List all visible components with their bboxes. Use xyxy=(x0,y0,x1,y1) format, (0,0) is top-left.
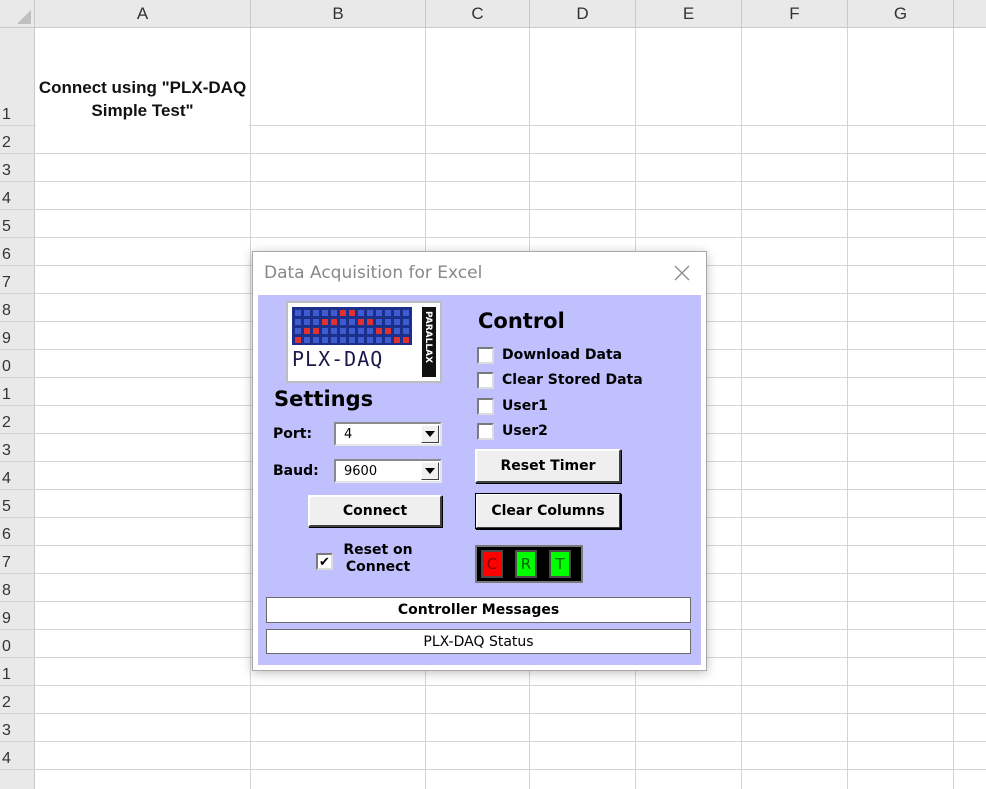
grid-line xyxy=(35,237,986,238)
row-header[interactable]: 4 xyxy=(0,462,35,490)
settings-heading: Settings xyxy=(274,387,374,411)
row-header[interactable]: 0 xyxy=(0,350,35,378)
column-header-c[interactable]: C xyxy=(426,0,530,28)
grid-line xyxy=(35,181,986,182)
row-header[interactable]: 3 xyxy=(0,154,35,182)
row-header[interactable]: 0 xyxy=(0,630,35,658)
user2-checkbox[interactable] xyxy=(477,423,494,440)
data-acquisition-dialog: Data Acquisition for Excel PLX-DAQ PARAL… xyxy=(252,251,707,671)
row-header[interactable]: 7 xyxy=(0,266,35,294)
row-header[interactable] xyxy=(0,770,35,789)
select-all-triangle-icon xyxy=(17,10,31,24)
cell-a1[interactable]: Connect using "PLX-DAQ Simple Test" xyxy=(36,29,249,126)
clear-stored-data-label: Clear Stored Data xyxy=(502,372,643,388)
controller-messages-box: Controller Messages xyxy=(266,597,691,623)
column-header-a[interactable]: A xyxy=(35,0,251,28)
logo-text: PLX-DAQ xyxy=(292,347,384,371)
grid-line xyxy=(35,685,986,686)
row-header[interactable]: 6 xyxy=(0,518,35,546)
row-header[interactable]: 1 xyxy=(0,28,35,126)
grid-line xyxy=(953,28,954,789)
reset-timer-button[interactable]: Reset Timer xyxy=(475,449,621,483)
column-header-e[interactable]: E xyxy=(636,0,742,28)
clear-columns-button[interactable]: Clear Columns xyxy=(475,493,621,529)
row-header[interactable]: 9 xyxy=(0,602,35,630)
baud-select[interactable]: 9600 xyxy=(334,459,442,483)
column-header-b[interactable]: B xyxy=(251,0,426,28)
indicator-r-label: R xyxy=(520,555,532,573)
close-icon[interactable] xyxy=(670,261,694,285)
parallax-side-logo: PARALLAX xyxy=(422,307,436,377)
row-header[interactable]: 9 xyxy=(0,322,35,350)
chevron-down-icon xyxy=(425,468,435,474)
status-indicators: C R T xyxy=(475,545,583,583)
column-header-d[interactable]: D xyxy=(530,0,636,28)
indicator-t: T xyxy=(549,550,571,578)
waveform-graphic-icon xyxy=(292,307,412,345)
port-select[interactable]: 4 xyxy=(334,422,442,446)
grid-line xyxy=(35,769,986,770)
download-data-label: Download Data xyxy=(502,347,623,363)
row-header[interactable]: 1 xyxy=(0,658,35,686)
row-header[interactable]: 2 xyxy=(0,406,35,434)
row-header[interactable]: 3 xyxy=(0,434,35,462)
indicator-c-label: C xyxy=(486,555,498,573)
row-header[interactable]: 2 xyxy=(0,126,35,154)
row-header[interactable]: 5 xyxy=(0,210,35,238)
row-header[interactable]: 6 xyxy=(0,238,35,266)
user1-label: User1 xyxy=(502,398,548,414)
row-header[interactable]: 4 xyxy=(0,182,35,210)
indicator-r: R xyxy=(515,550,537,578)
baud-value: 9600 xyxy=(344,464,378,479)
grid-line xyxy=(741,28,742,789)
port-value: 4 xyxy=(344,427,353,442)
cell-a1-text: Connect using "PLX-DAQ Simple Test" xyxy=(38,78,247,120)
clear-stored-data-checkbox[interactable] xyxy=(477,372,494,389)
baud-dropdown-button[interactable] xyxy=(421,462,439,480)
select-all-corner[interactable] xyxy=(0,0,35,28)
port-dropdown-button[interactable] xyxy=(421,425,439,443)
indicator-c: C xyxy=(481,550,503,578)
column-header-partial[interactable] xyxy=(954,0,986,28)
download-data-checkbox[interactable] xyxy=(477,347,494,364)
row-header[interactable]: 8 xyxy=(0,294,35,322)
grid-line xyxy=(250,28,251,789)
status-box: PLX-DAQ Status xyxy=(266,629,691,654)
row-header[interactable]: 7 xyxy=(0,546,35,574)
grid-line xyxy=(847,28,848,789)
user1-checkbox[interactable] xyxy=(477,398,494,415)
row-header[interactable]: 4 xyxy=(0,742,35,770)
reset-on-connect-label: Reset on Connect xyxy=(343,542,413,575)
port-label: Port: xyxy=(273,426,313,442)
grid-line xyxy=(35,153,986,154)
grid-line xyxy=(35,209,986,210)
baud-label: Baud: xyxy=(273,463,319,479)
row-header[interactable]: 1 xyxy=(0,378,35,406)
dialog-client-area: PLX-DAQ PARALLAX Settings Port: 4 Baud: … xyxy=(258,295,701,665)
reset-on-connect-checkbox[interactable]: ✔ xyxy=(316,553,333,570)
grid-line xyxy=(35,741,986,742)
row-header[interactable]: 8 xyxy=(0,574,35,602)
dialog-title: Data Acquisition for Excel xyxy=(264,263,483,283)
row-header[interactable]: 2 xyxy=(0,686,35,714)
indicator-t-label: T xyxy=(555,555,565,573)
column-header-f[interactable]: F xyxy=(742,0,848,28)
column-header-g[interactable]: G xyxy=(848,0,954,28)
dialog-titlebar[interactable]: Data Acquisition for Excel xyxy=(253,252,706,295)
row-header[interactable]: 3 xyxy=(0,714,35,742)
row-header[interactable]: 5 xyxy=(0,490,35,518)
parallax-side-text: PARALLAX xyxy=(423,311,433,363)
plx-daq-logo: PLX-DAQ PARALLAX xyxy=(286,301,442,383)
grid-line xyxy=(35,713,986,714)
control-heading: Control xyxy=(478,309,565,333)
chevron-down-icon xyxy=(425,431,435,437)
connect-button[interactable]: Connect xyxy=(308,495,442,527)
user2-label: User2 xyxy=(502,423,548,439)
